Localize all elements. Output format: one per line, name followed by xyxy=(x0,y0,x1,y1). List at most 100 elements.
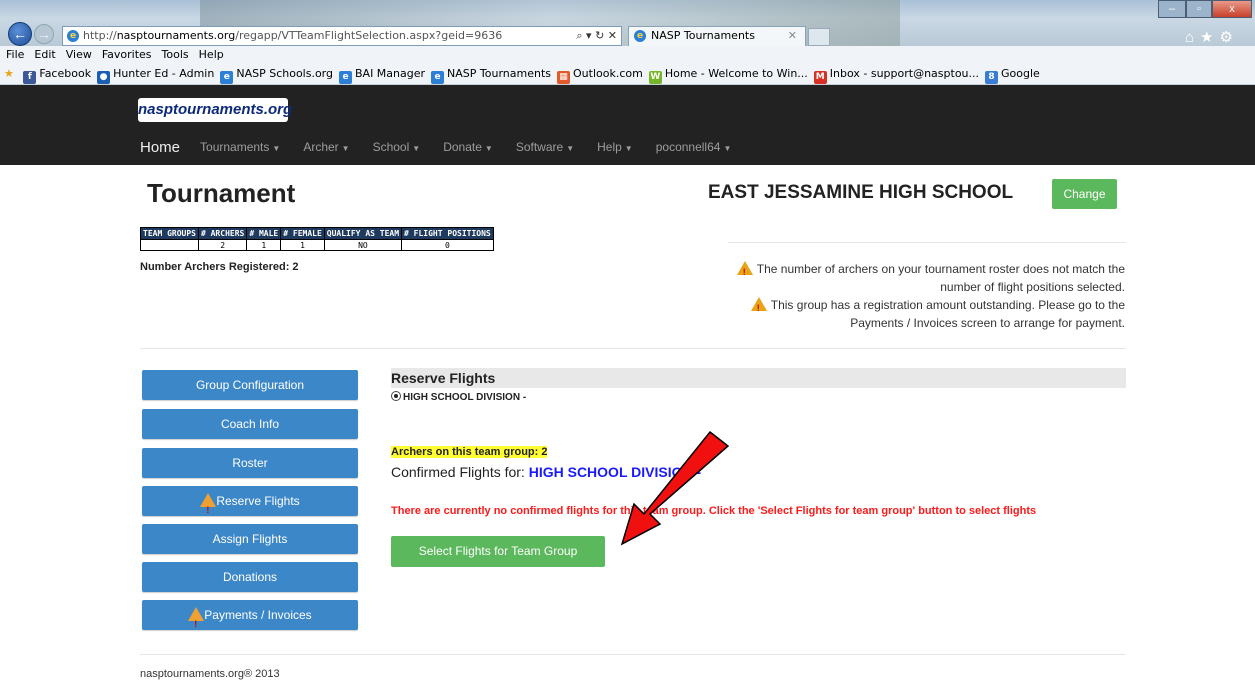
nav-label: School xyxy=(372,140,410,154)
division-label: HIGH SCHOOL DIVISION - xyxy=(403,392,527,403)
warning-roster: The number of archers on your tournament… xyxy=(695,260,1125,296)
caret-down-icon: ▼ xyxy=(624,144,633,153)
favorite-link[interactable]: e BAI Manager xyxy=(339,64,425,84)
warning-roster-line1: The number of archers on your tournament… xyxy=(756,262,1125,276)
stats-cell xyxy=(140,239,199,251)
sidebar-donations-button[interactable]: Donations xyxy=(142,562,358,592)
ie-icon: e xyxy=(634,30,646,42)
new-tab-button[interactable] xyxy=(808,28,830,46)
favorite-site-icon: ● xyxy=(97,71,111,84)
favorite-label: Outlook.com xyxy=(573,67,643,80)
favorites-star-icon[interactable]: ★ xyxy=(4,64,14,84)
archers-registered: Number Archers Registered: 2 xyxy=(140,261,299,273)
close-window-button[interactable]: x xyxy=(1212,0,1252,18)
favorite-site-icon: e xyxy=(431,71,445,84)
menu-edit[interactable]: Edit xyxy=(34,48,55,61)
tab-title: NASP Tournaments xyxy=(651,29,755,42)
address-tools[interactable]: ⌕ ▾ ↻ ✕ xyxy=(576,27,617,45)
favorite-site-icon: f xyxy=(23,71,37,84)
favorite-site-icon: e xyxy=(220,71,234,84)
team-stats-table: TEAM GROUPS # ARCHERS # MALE # FEMALE QUALIF… xyxy=(140,227,494,251)
radio-selected-icon[interactable] xyxy=(391,391,401,401)
back-button[interactable]: ← xyxy=(8,22,32,46)
ie-icon: e xyxy=(67,30,79,42)
favorite-link[interactable]: ▦ Outlook.com xyxy=(557,64,643,84)
warning-icon xyxy=(188,607,205,639)
nav-help[interactable]: Help ▼ xyxy=(597,140,633,154)
sidebar-payments-invoices-button[interactable]: Payments / Invoices xyxy=(142,600,358,639)
menu-tools[interactable]: Tools xyxy=(162,48,189,61)
sidebar-assign-flights-button[interactable]: Assign Flights xyxy=(142,524,358,554)
favorite-link[interactable]: M Inbox - support@nasptou... xyxy=(813,64,979,84)
arrow-right-icon: → xyxy=(37,26,51,42)
sidebar-label: Donations xyxy=(222,570,278,584)
menu-view[interactable]: View xyxy=(66,48,92,61)
favorite-link[interactable]: 8 Google xyxy=(985,64,1040,84)
arrow-left-icon: ← xyxy=(13,26,27,42)
sidebar-label: Payments / Invoices xyxy=(204,608,312,622)
url-path: /regapp/VTTeamFlightSelection.aspx?geid=… xyxy=(235,29,503,42)
forward-button[interactable]: → xyxy=(34,24,54,44)
nav-tournaments[interactable]: Tournaments ▼ xyxy=(200,140,280,154)
nav-label: Tournaments xyxy=(200,140,270,154)
warning-icon xyxy=(736,261,753,281)
nav-home[interactable]: Home xyxy=(140,139,180,156)
nav-label: Help xyxy=(597,140,622,154)
select-flights-button[interactable]: Select Flights for Team Group xyxy=(391,536,605,567)
maximize-button[interactable]: ▫ xyxy=(1186,0,1212,18)
favorite-site-icon: 8 xyxy=(985,71,999,84)
nav-poconnell64[interactable]: poconnell64 ▼ xyxy=(656,140,732,154)
stats-header: # FEMALE xyxy=(280,227,325,240)
home-favorites-settings-icons[interactable]: ⌂★⚙ xyxy=(1185,28,1239,46)
tab-close-icon[interactable]: ✕ xyxy=(788,27,797,45)
sidebar-reserve-flights-button[interactable]: Reserve Flights xyxy=(142,486,358,525)
nav-label: poconnell64 xyxy=(655,140,721,154)
favorite-label: NASP Schools.org xyxy=(236,67,333,80)
division-radio[interactable]: HIGH SCHOOL DIVISION - xyxy=(391,391,526,403)
site-logo[interactable]: nasptournaments.org xyxy=(138,98,292,122)
nav-donate[interactable]: Donate ▼ xyxy=(443,140,493,154)
nav-school[interactable]: School ▼ xyxy=(373,140,421,154)
nav-label: Archer xyxy=(303,140,339,154)
caret-down-icon: ▼ xyxy=(412,144,421,153)
nav-software[interactable]: Software ▼ xyxy=(516,140,574,154)
stats-header: # ARCHERS xyxy=(197,227,248,240)
favorite-link[interactable]: e NASP Schools.org xyxy=(220,64,333,84)
change-school-button[interactable]: Change xyxy=(1052,179,1117,209)
favorite-link[interactable]: W Home - Welcome to Win... xyxy=(648,64,808,84)
sidebar-label: Assign Flights xyxy=(212,532,288,546)
minimize-button[interactable]: – xyxy=(1158,0,1186,18)
sidebar-label: Roster xyxy=(232,456,268,470)
favorite-site-icon: W xyxy=(648,71,662,84)
sidebar-coach-info-button[interactable]: Coach Info xyxy=(142,409,358,439)
annotation-arrow-icon xyxy=(620,430,730,546)
section-title: Reserve Flights xyxy=(391,368,1126,388)
url-host: nasptournaments.org xyxy=(116,29,236,42)
favorite-link[interactable]: f Facebook xyxy=(23,64,91,84)
menu-favorites[interactable]: Favorites xyxy=(102,48,152,61)
favorite-site-icon: M xyxy=(813,71,827,84)
sidebar-label: Reserve Flights xyxy=(216,494,300,508)
stats-cell: NO xyxy=(323,239,403,251)
favorite-link[interactable]: e NASP Tournaments xyxy=(431,64,551,84)
menu-file[interactable]: File xyxy=(6,48,24,61)
divider xyxy=(728,242,1126,243)
site-nav-items: Home Tournaments ▼ Archer ▼ School ▼ Donate ▼ Sof… xyxy=(140,137,754,157)
sidebar-roster-button[interactable]: Roster xyxy=(142,448,358,478)
page-title: Tournament xyxy=(147,178,296,208)
favorite-label: Home - Welcome to Win... xyxy=(664,67,808,80)
nav-label: Home xyxy=(140,138,181,156)
sidebar-group-configuration-button[interactable]: Group Configuration xyxy=(142,370,358,400)
favorite-link[interactable]: ● Hunter Ed - Admin xyxy=(97,64,214,84)
address-bar[interactable]: e http://nasptournaments.org/regapp/VTTea… xyxy=(62,26,622,46)
stats-cell: 2 xyxy=(197,239,248,251)
menu-help[interactable]: Help xyxy=(199,48,224,61)
nav-archer[interactable]: Archer ▼ xyxy=(303,140,349,154)
confirmed-prefix: Confirmed Flights for: xyxy=(391,464,525,480)
favorite-site-icon: e xyxy=(339,71,352,84)
caret-down-icon: ▼ xyxy=(723,144,732,153)
caret-down-icon: ▼ xyxy=(272,144,281,153)
menu-bar: File Edit View Favorites Tools Help xyxy=(0,46,1255,64)
browser-tab[interactable]: e NASP Tournaments ✕ xyxy=(628,26,806,46)
favorites-bar: ★ f Facebook ● Hunter Ed - Admin e NASP Schoo… xyxy=(0,64,1255,85)
